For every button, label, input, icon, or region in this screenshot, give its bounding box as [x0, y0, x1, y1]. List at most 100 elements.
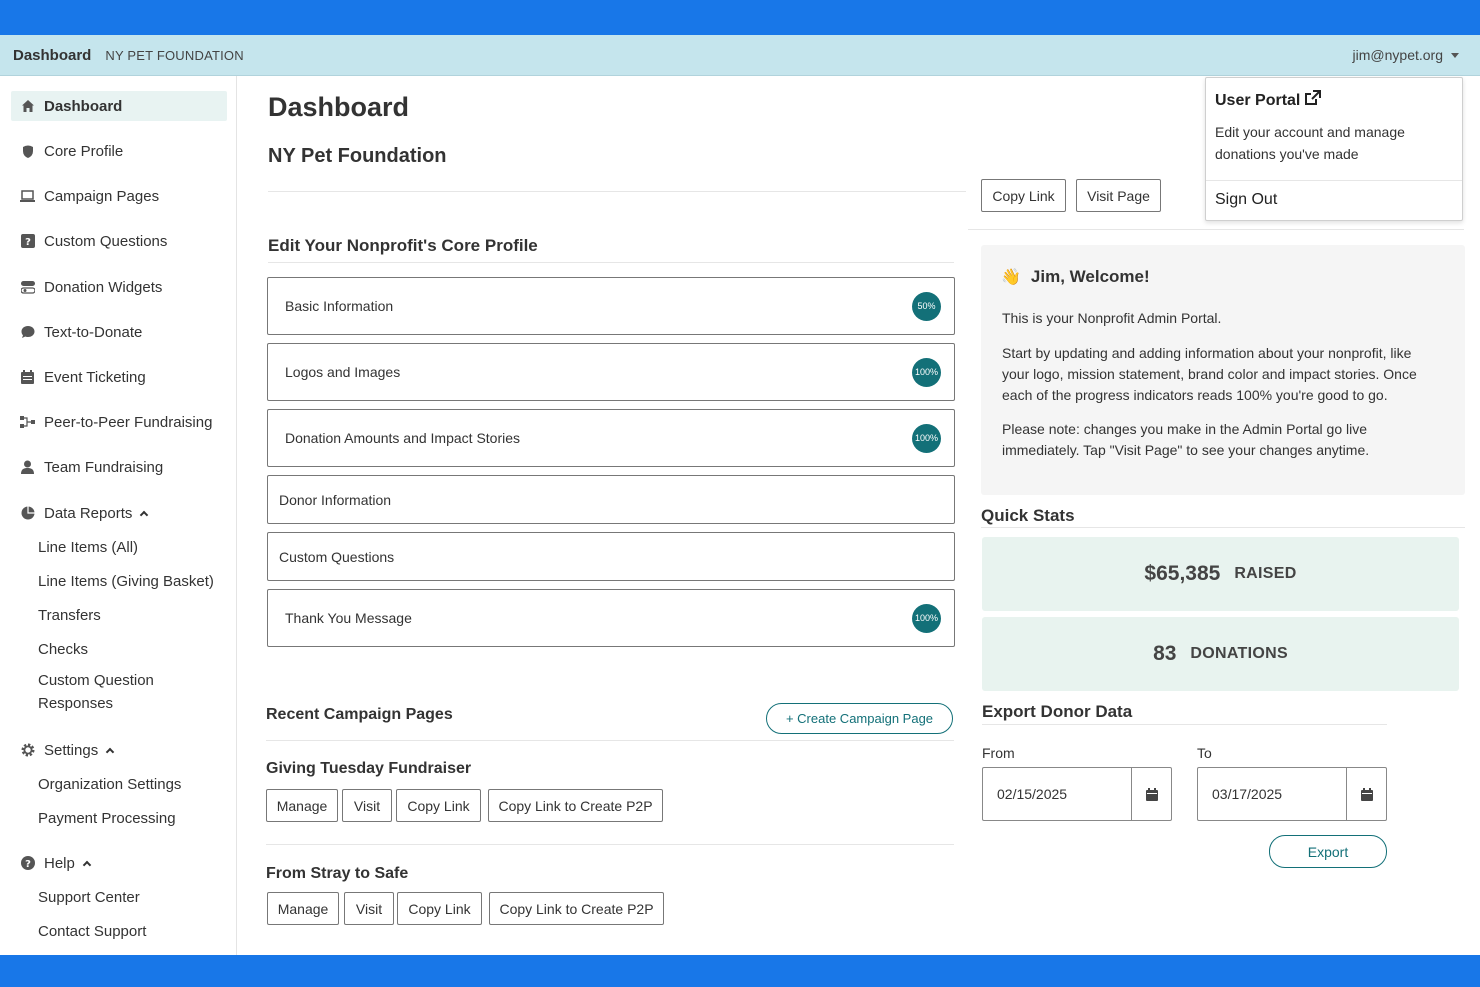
sidebar-subitem-support-center[interactable]: Support Center [38, 886, 140, 909]
profile-section-donor-information[interactable]: Donor Information [267, 475, 955, 524]
waving-hand-icon: 👋 [1001, 269, 1021, 286]
navbar-brand[interactable]: Dashboard [13, 47, 91, 64]
sidebar-item-campaign-pages[interactable]: Campaign Pages [11, 181, 227, 211]
pie-chart-icon [20, 506, 35, 521]
user-dropdown-menu: User Portal Edit your account and manage… [1205, 77, 1463, 221]
progress-badge: 100% [912, 357, 941, 387]
profile-section-label: Donor Information [279, 491, 392, 508]
stat-label: RAISED [1234, 565, 1297, 582]
create-campaign-page-button[interactable]: + Create Campaign Page [766, 703, 953, 734]
visit-button[interactable]: Visit [342, 789, 392, 822]
sidebar-item-label: Custom Questions [44, 232, 168, 250]
welcome-card: 👋 Jim, Welcome! This is your Nonprofit A… [981, 245, 1465, 495]
org-name-heading: NY Pet Foundation [268, 145, 447, 167]
question-square-icon: ? [20, 234, 35, 249]
sidebar-item-label: Dashboard [44, 97, 123, 115]
sidebar-item-label: Campaign Pages [44, 187, 160, 205]
sidebar-item-label: Event Ticketing [44, 368, 146, 386]
to-date-field[interactable]: 03/17/2025 [1197, 767, 1387, 821]
sidebar-subitem-transfers[interactable]: Transfers [38, 604, 101, 627]
chevron-down-icon [1451, 52, 1459, 58]
manage-button[interactable]: Manage [267, 892, 339, 925]
laptop-icon [20, 189, 35, 204]
divider [981, 527, 1465, 528]
calendar-icon[interactable] [1131, 768, 1171, 820]
copy-link-create-p2p-button[interactable]: Copy Link to Create P2P [489, 892, 664, 925]
chat-bubble-icon [20, 325, 35, 340]
core-profile-heading: Edit Your Nonprofit's Core Profile [268, 236, 538, 255]
sidebar-item-label: Core Profile [44, 142, 124, 160]
sidebar-item-label: Donation Widgets [44, 278, 163, 296]
sidebar: Dashboard Core Profile Campaign Pages ? … [0, 76, 237, 955]
gear-icon [20, 743, 35, 758]
campaign-title: From Stray to Safe [266, 865, 409, 882]
help-circle-icon: ? [20, 856, 35, 871]
profile-section-custom-questions[interactable]: Custom Questions [267, 532, 955, 581]
user-icon [20, 460, 35, 475]
copy-link-create-p2p-button[interactable]: Copy Link to Create P2P [488, 789, 663, 822]
sidebar-group-settings[interactable]: Settings [11, 735, 227, 765]
sidebar-subitem-payment-processing[interactable]: Payment Processing [38, 807, 176, 830]
sidebar-subitem-organization-settings[interactable]: Organization Settings [38, 773, 181, 796]
profile-section-label: Basic Information [285, 298, 394, 314]
to-date-input[interactable]: 03/17/2025 [1198, 768, 1346, 820]
sign-out-link[interactable]: Sign Out [1215, 191, 1277, 209]
stat-value: 83 [1153, 642, 1177, 665]
shield-icon [20, 144, 35, 159]
from-date-input[interactable]: 02/15/2025 [983, 768, 1131, 820]
sidebar-group-data-reports[interactable]: Data Reports [11, 498, 227, 528]
divider [268, 262, 954, 263]
visit-page-button[interactable]: Visit Page [1076, 179, 1161, 212]
profile-section-label: Donation Amounts and Impact Stories [285, 430, 521, 446]
sidebar-subitem-contact-support[interactable]: Contact Support [38, 920, 146, 943]
sidebar-subitem-line-items-all[interactable]: Line Items (All) [38, 536, 138, 559]
user-menu-toggle[interactable]: jim@nypet.org [1353, 47, 1459, 63]
sidebar-group-help[interactable]: ? Help [11, 848, 227, 878]
calendar-icon[interactable] [1346, 768, 1386, 820]
sidebar-subitem-custom-question-responses[interactable]: Custom Question Responses [38, 669, 188, 715]
stat-donations: 83 DONATIONS [982, 617, 1459, 691]
sidebar-item-label: Peer-to-Peer Fundraising [44, 413, 213, 431]
profile-section-donation-amounts[interactable]: Donation Amounts and Impact Stories 100% [267, 409, 955, 467]
sidebar-item-custom-questions[interactable]: ? Custom Questions [11, 226, 227, 256]
sidebar-item-text-to-donate[interactable]: Text-to-Donate [11, 317, 227, 347]
profile-section-basic-information[interactable]: Basic Information 50% [267, 277, 955, 335]
welcome-paragraph: Start by updating and adding information… [1002, 345, 1417, 403]
from-label: From [982, 745, 1015, 761]
manage-button[interactable]: Manage [266, 789, 338, 822]
sidebar-item-dashboard[interactable]: Dashboard [11, 91, 227, 121]
home-icon [20, 99, 35, 114]
export-button[interactable]: Export [1269, 835, 1387, 868]
profile-section-thank-you-message[interactable]: Thank You Message 100% [267, 589, 955, 647]
sidebar-item-label: Team Fundraising [44, 458, 164, 476]
sidebar-group-label: Settings [44, 741, 99, 759]
sidebar-subitem-checks[interactable]: Checks [38, 638, 88, 661]
navbar-org-name: NY PET FOUNDATION [105, 47, 244, 63]
divider [268, 191, 966, 192]
sidebar-subitem-line-items-giving-basket[interactable]: Line Items (Giving Basket) [38, 570, 214, 593]
sidebar-group-label: Help [44, 854, 75, 872]
profile-section-logos-and-images[interactable]: Logos and Images 100% [267, 343, 955, 401]
page-title: Dashboard [268, 92, 410, 122]
user-portal-link[interactable]: User Portal [1215, 90, 1322, 111]
visit-button[interactable]: Visit [344, 892, 394, 925]
quick-stats-heading: Quick Stats [981, 506, 1075, 525]
sidebar-item-event-ticketing[interactable]: Event Ticketing [11, 362, 227, 392]
profile-section-label: Thank You Message [285, 610, 412, 626]
sidebar-item-core-profile[interactable]: Core Profile [11, 136, 227, 166]
sidebar-item-team-fundraising[interactable]: Team Fundraising [11, 452, 227, 482]
progress-badge: 100% [912, 423, 941, 453]
sidebar-item-peer-to-peer[interactable]: Peer-to-Peer Fundraising [11, 407, 227, 437]
copy-link-button[interactable]: Copy Link [396, 789, 481, 822]
from-date-field[interactable]: 02/15/2025 [982, 767, 1172, 821]
copy-link-button[interactable]: Copy Link [981, 179, 1066, 212]
profile-section-label: Logos and Images [285, 364, 401, 380]
calendar-icon [20, 370, 35, 385]
toggle-icon [20, 280, 35, 295]
to-label: To [1197, 745, 1212, 761]
divider [1206, 180, 1462, 181]
sidebar-item-donation-widgets[interactable]: Donation Widgets [11, 272, 227, 302]
divider [968, 229, 1464, 230]
user-portal-label: User Portal [1215, 91, 1301, 109]
copy-link-button[interactable]: Copy Link [397, 892, 482, 925]
